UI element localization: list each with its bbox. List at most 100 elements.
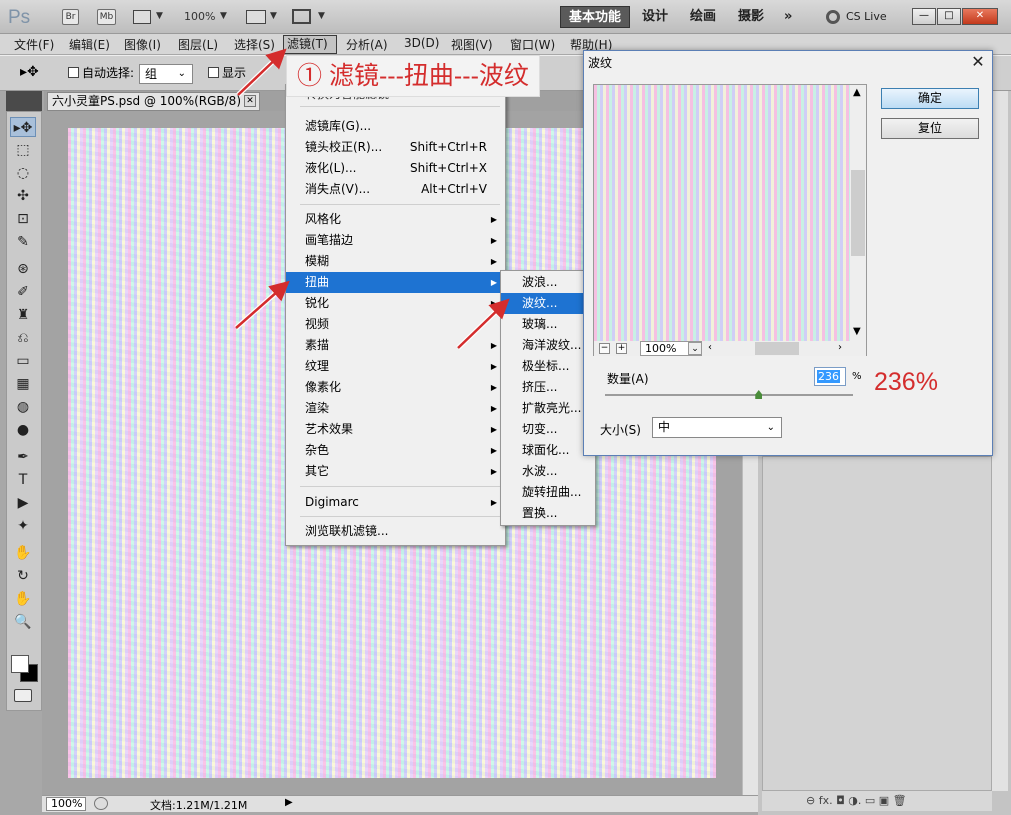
more-workspaces-button[interactable]: » <box>776 6 800 28</box>
auto-select-checkbox[interactable] <box>68 67 79 78</box>
preview-hscroll-thumb[interactable] <box>755 342 799 355</box>
submenu-item-ripple[interactable]: 波纹... <box>501 293 595 314</box>
menu-image[interactable]: 图像(I) <box>124 36 161 53</box>
menu-item-vanishing-point[interactable]: 消失点(V)... Alt+Ctrl+V <box>286 179 505 200</box>
reset-button[interactable]: 复位 <box>881 118 979 139</box>
preview-scroll-thumb[interactable] <box>851 170 865 256</box>
quick-mask-icon[interactable] <box>14 689 32 702</box>
menu-window[interactable]: 窗口(W) <box>510 36 555 53</box>
quick-select-tool[interactable]: ✣ <box>10 186 36 206</box>
zoom-tool[interactable]: 🔍 <box>10 612 36 632</box>
crop-tool[interactable]: ⊡ <box>10 209 36 229</box>
menu-item-digimarc[interactable]: Digimarc ▶ <box>286 492 505 513</box>
rotate-view-tool[interactable]: ↻ <box>10 566 36 586</box>
submenu-item-glass[interactable]: 玻璃... <box>501 314 595 335</box>
zoom-out-button[interactable]: − <box>599 343 610 354</box>
menu-3d[interactable]: 3D(D) <box>404 36 439 50</box>
foreground-color-swatch-top[interactable] <box>11 655 29 673</box>
menu-file[interactable]: 文件(F) <box>14 36 54 53</box>
menu-select[interactable]: 选择(S) <box>234 36 275 53</box>
zoom-in-button[interactable]: + <box>616 343 627 354</box>
amount-slider[interactable] <box>605 394 853 396</box>
submenu-item-pinch[interactable]: 挤压... <box>501 377 595 398</box>
shape-tool[interactable]: ✦ <box>10 516 36 536</box>
submenu-item-shear[interactable]: 切变... <box>501 419 595 440</box>
clone-stamp-tool[interactable]: ♜ <box>10 305 36 325</box>
history-brush-tool[interactable]: ⎌ <box>10 328 36 348</box>
menu-item-stylize[interactable]: 风格化 ▶ <box>286 209 505 230</box>
chevron-down-icon[interactable]: ⌄ <box>688 342 702 355</box>
ok-button[interactable]: 确定 <box>881 88 979 109</box>
amount-input[interactable]: 236 <box>814 367 846 386</box>
menu-layer[interactable]: 图层(L) <box>178 36 218 53</box>
menu-item-texture[interactable]: 纹理 ▶ <box>286 356 505 377</box>
menu-item-pixelate[interactable]: 像素化 ▶ <box>286 377 505 398</box>
preview-horizontal-scrollbar[interactable] <box>594 341 866 356</box>
document-tab[interactable]: 六小灵童PS.psd @ 100%(RGB/8) <box>47 92 260 111</box>
eyedropper-tool[interactable]: ✎ <box>10 232 36 252</box>
menu-item-brush-strokes[interactable]: 画笔描边 ▶ <box>286 230 505 251</box>
menu-item-sharpen[interactable]: 锐化 ▶ <box>286 293 505 314</box>
brush-tool[interactable]: ✐ <box>10 282 36 302</box>
status-zoom-field[interactable]: 100% <box>46 797 86 811</box>
close-icon[interactable]: ✕ <box>968 52 988 72</box>
submenu-item-wave[interactable]: 波浪... <box>501 272 595 293</box>
menu-filter[interactable]: 滤镜(T) <box>283 35 337 54</box>
menu-item-video[interactable]: 视频 <box>286 314 505 335</box>
menu-item-other[interactable]: 其它 ▶ <box>286 461 505 482</box>
dodge-tool[interactable]: ● <box>10 420 36 440</box>
hand-tool[interactable]: ✋ <box>10 589 36 609</box>
menu-item-noise[interactable]: 杂色 ▶ <box>286 440 505 461</box>
status-menu-arrow-icon[interactable]: ▶ <box>285 797 293 808</box>
size-select[interactable]: 中 ⌄ <box>652 417 782 438</box>
panel-scrollbar[interactable] <box>992 91 1008 791</box>
mini-bridge-button[interactable]: Mb <box>97 9 116 25</box>
submenu-item-ocean-ripple[interactable]: 海洋波纹... <box>501 335 595 356</box>
menu-item-render[interactable]: 渲染 ▶ <box>286 398 505 419</box>
scroll-down-icon[interactable]: ▼ <box>853 326 861 337</box>
submenu-item-spherize[interactable]: 球面化... <box>501 440 595 461</box>
maximize-button[interactable]: □ <box>937 8 961 25</box>
scroll-left-icon[interactable]: ‹ <box>708 342 712 353</box>
submenu-item-zigzag[interactable]: 水波... <box>501 461 595 482</box>
view-extras-icon[interactable] <box>133 10 151 24</box>
arrange-documents-icon[interactable] <box>246 10 266 24</box>
healing-brush-tool[interactable]: ⊛ <box>10 259 36 279</box>
show-transform-checkbox[interactable] <box>208 67 219 78</box>
move-tool-icon[interactable]: ▸✥ <box>20 64 39 80</box>
menu-view[interactable]: 视图(V) <box>451 36 493 53</box>
workspace-design[interactable]: 设计 <box>634 6 676 28</box>
menu-item-artistic[interactable]: 艺术效果 ▶ <box>286 419 505 440</box>
menu-item-liquify[interactable]: 液化(L)... Shift+Ctrl+X <box>286 158 505 179</box>
menu-item-blur[interactable]: 模糊 ▶ <box>286 251 505 272</box>
scroll-up-icon[interactable]: ▲ <box>853 87 861 98</box>
menu-edit[interactable]: 编辑(E) <box>69 36 110 53</box>
cs-live-menu[interactable]: CS Live <box>846 10 887 23</box>
move-tool[interactable]: ▸✥ <box>10 117 36 137</box>
status-info-icon[interactable] <box>94 797 108 810</box>
submenu-item-displace[interactable]: 置换... <box>501 503 595 524</box>
lasso-tool[interactable]: ◌ <box>10 163 36 183</box>
gradient-tool[interactable]: ▦ <box>10 374 36 394</box>
marquee-tool[interactable]: ⬚ <box>10 140 36 160</box>
bridge-button[interactable]: Br <box>62 9 79 25</box>
blur-tool[interactable]: ◍ <box>10 397 36 417</box>
menu-item-sketch[interactable]: 素描 ▶ <box>286 335 505 356</box>
submenu-item-diffuse-glow[interactable]: 扩散亮光... <box>501 398 595 419</box>
menu-item-lens-correction[interactable]: 镜头校正(R)... Shift+Ctrl+R <box>286 137 505 158</box>
screen-mode-icon[interactable] <box>292 9 311 24</box>
path-selection-tool[interactable]: ▶ <box>10 493 36 513</box>
menu-item-distort[interactable]: 扭曲 ▶ <box>286 272 505 293</box>
pen-tool[interactable]: ✒ <box>10 447 36 467</box>
submenu-item-twirl[interactable]: 旋转扭曲... <box>501 482 595 503</box>
workspace-painting[interactable]: 绘画 <box>682 6 724 28</box>
auto-select-dropdown[interactable]: 组 ⌄ <box>139 64 193 84</box>
menu-item-browse-filters-online[interactable]: 浏览联机滤镜... <box>286 521 505 542</box>
hand-tool-icon[interactable]: ✋ <box>10 543 36 563</box>
close-tab-icon[interactable]: ✕ <box>244 95 256 107</box>
menu-analysis[interactable]: 分析(A) <box>346 36 388 53</box>
workspace-essentials[interactable]: 基本功能 <box>560 6 631 28</box>
zoom-level[interactable]: 100% <box>184 10 215 23</box>
minimize-button[interactable]: — <box>912 8 936 25</box>
scroll-right-icon[interactable]: › <box>838 342 842 353</box>
